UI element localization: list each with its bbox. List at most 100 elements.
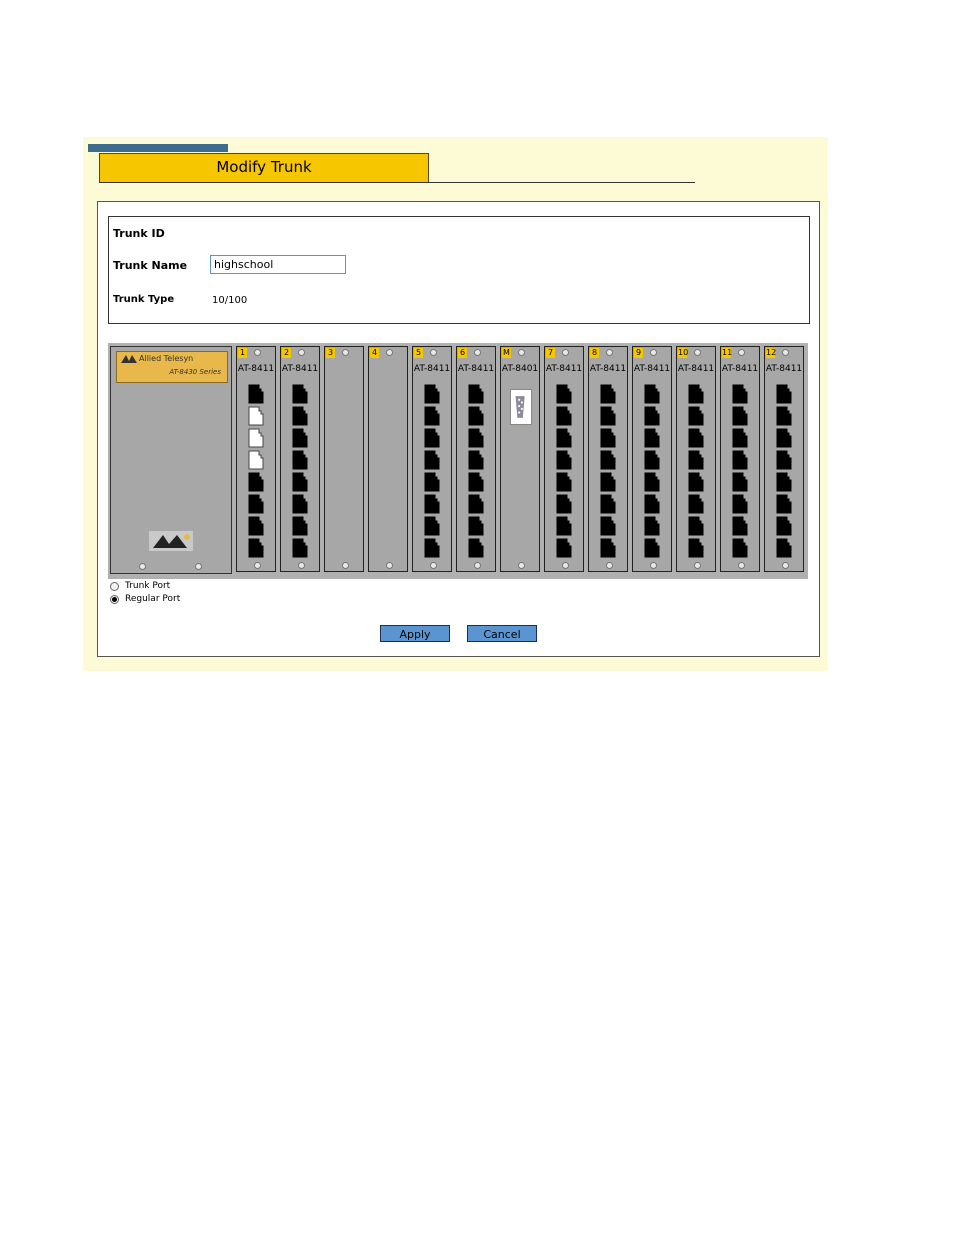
ethernet-port-icon[interactable] — [248, 494, 264, 514]
ethernet-port-icon[interactable] — [468, 450, 484, 470]
ethernet-port-icon[interactable] — [556, 472, 572, 492]
screw-icon — [386, 349, 393, 356]
ethernet-port-icon[interactable] — [248, 384, 264, 404]
ethernet-port-icon[interactable] — [732, 428, 748, 448]
screw-icon — [298, 349, 305, 356]
ethernet-port-icon[interactable] — [688, 472, 704, 492]
ethernet-port-icon[interactable] — [776, 406, 792, 426]
ethernet-port-icon[interactable] — [732, 516, 748, 536]
ethernet-port-icon[interactable] — [644, 384, 660, 404]
ethernet-port-icon[interactable] — [556, 384, 572, 404]
ethernet-port-icon[interactable] — [776, 472, 792, 492]
trunk-name-input[interactable] — [210, 255, 346, 274]
module-slot: 1 AT-8411 — [236, 346, 276, 572]
ethernet-port-icon[interactable] — [644, 516, 660, 536]
ethernet-port-icon[interactable] — [468, 384, 484, 404]
ethernet-port-icon[interactable] — [248, 472, 264, 492]
ethernet-port-icon[interactable] — [292, 450, 308, 470]
screw-icon — [650, 349, 657, 356]
ethernet-port-icon[interactable] — [292, 428, 308, 448]
ethernet-port-icon[interactable] — [424, 450, 440, 470]
ethernet-port-icon[interactable] — [424, 472, 440, 492]
ethernet-port-icon[interactable] — [292, 472, 308, 492]
ethernet-port-icon[interactable] — [644, 428, 660, 448]
ethernet-port-icon[interactable] — [248, 516, 264, 536]
ethernet-port-icon[interactable] — [600, 450, 616, 470]
ethernet-port-icon[interactable] — [732, 406, 748, 426]
screw-icon — [195, 563, 202, 570]
module-slot: 2 AT-8411 — [280, 346, 320, 572]
ethernet-port-icon[interactable] — [468, 406, 484, 426]
screw-icon — [430, 562, 437, 569]
ethernet-port-icon[interactable] — [468, 538, 484, 558]
trunk-id-label: Trunk ID — [113, 227, 165, 240]
cancel-button[interactable]: Cancel — [467, 625, 537, 642]
module-slot: 11 AT-8411 — [720, 346, 760, 572]
ethernet-port-icon[interactable] — [644, 472, 660, 492]
ethernet-port-icon[interactable] — [688, 516, 704, 536]
ethernet-port-icon[interactable] — [468, 472, 484, 492]
ethernet-port-icon[interactable] — [556, 406, 572, 426]
ethernet-port-icon[interactable] — [556, 538, 572, 558]
ethernet-port-icon[interactable] — [424, 428, 440, 448]
ethernet-port-icon[interactable] — [468, 428, 484, 448]
regular-port-radio[interactable] — [110, 595, 119, 604]
module-slot: 9 AT-8411 — [632, 346, 672, 572]
ethernet-port-icon[interactable] — [292, 406, 308, 426]
ethernet-port-icon[interactable] — [468, 494, 484, 514]
ethernet-port-icon[interactable] — [424, 538, 440, 558]
module-model: AT-8411 — [545, 364, 583, 374]
ethernet-port-icon[interactable] — [732, 384, 748, 404]
trunk-port-icon[interactable] — [248, 428, 264, 448]
ethernet-port-icon[interactable] — [688, 384, 704, 404]
ethernet-port-icon[interactable] — [776, 538, 792, 558]
ethernet-port-icon[interactable] — [688, 450, 704, 470]
ethernet-port-icon[interactable] — [424, 406, 440, 426]
ethernet-port-icon[interactable] — [688, 538, 704, 558]
ethernet-port-icon[interactable] — [424, 384, 440, 404]
ethernet-port-icon[interactable] — [688, 494, 704, 514]
ethernet-port-icon[interactable] — [644, 450, 660, 470]
ethernet-port-icon[interactable] — [776, 384, 792, 404]
ethernet-port-icon[interactable] — [732, 472, 748, 492]
ethernet-port-icon[interactable] — [732, 538, 748, 558]
ethernet-port-icon[interactable] — [776, 494, 792, 514]
ethernet-port-icon[interactable] — [600, 538, 616, 558]
ethernet-port-icon[interactable] — [556, 428, 572, 448]
serial-port-icon[interactable] — [510, 389, 532, 425]
module-model: AT-8411 — [457, 364, 495, 374]
ethernet-port-icon[interactable] — [644, 406, 660, 426]
ethernet-port-icon[interactable] — [644, 494, 660, 514]
ethernet-port-icon[interactable] — [776, 428, 792, 448]
screw-icon — [254, 349, 261, 356]
ethernet-port-icon[interactable] — [292, 516, 308, 536]
ethernet-port-icon[interactable] — [424, 516, 440, 536]
ethernet-port-icon[interactable] — [732, 494, 748, 514]
ethernet-port-icon[interactable] — [776, 516, 792, 536]
ethernet-port-icon[interactable] — [600, 516, 616, 536]
trunk-port-icon[interactable] — [248, 406, 264, 426]
ethernet-port-icon[interactable] — [468, 516, 484, 536]
trunk-port-icon[interactable] — [248, 450, 264, 470]
ethernet-port-icon[interactable] — [600, 406, 616, 426]
ethernet-port-icon[interactable] — [556, 450, 572, 470]
ethernet-port-icon[interactable] — [292, 384, 308, 404]
ethernet-port-icon[interactable] — [600, 384, 616, 404]
ethernet-port-icon[interactable] — [688, 428, 704, 448]
ethernet-port-icon[interactable] — [248, 538, 264, 558]
ethernet-port-icon[interactable] — [600, 494, 616, 514]
ethernet-port-icon[interactable] — [644, 538, 660, 558]
ethernet-port-icon[interactable] — [600, 472, 616, 492]
ethernet-port-icon[interactable] — [292, 494, 308, 514]
ethernet-port-icon[interactable] — [556, 494, 572, 514]
ethernet-port-icon[interactable] — [424, 494, 440, 514]
ethernet-port-icon[interactable] — [600, 428, 616, 448]
ethernet-port-icon[interactable] — [688, 406, 704, 426]
ethernet-port-icon[interactable] — [292, 538, 308, 558]
brand-name: Allied Telesyn — [139, 354, 194, 363]
apply-button[interactable]: Apply — [380, 625, 450, 642]
ethernet-port-icon[interactable] — [732, 450, 748, 470]
trunk-port-radio[interactable] — [110, 582, 119, 591]
ethernet-port-icon[interactable] — [776, 450, 792, 470]
ethernet-port-icon[interactable] — [556, 516, 572, 536]
